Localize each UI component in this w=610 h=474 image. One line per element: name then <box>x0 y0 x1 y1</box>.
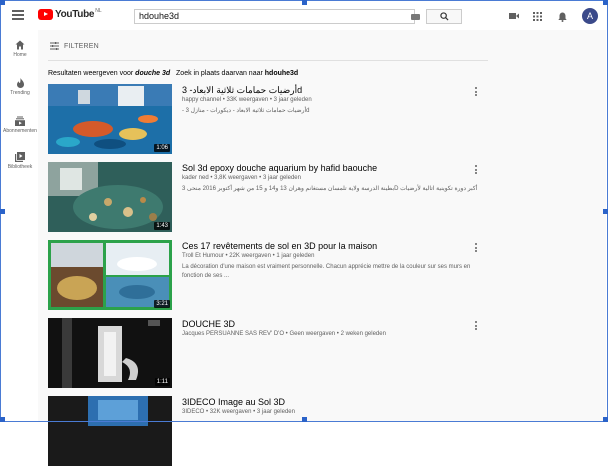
resize-handle[interactable] <box>603 209 608 214</box>
results-list: 1:06 3 -أرضيات حمامات ثلاثية الابعاد‏d h… <box>48 84 493 474</box>
view-count: 3,8K weergaven <box>214 175 258 181</box>
youtube-play-icon <box>38 9 53 20</box>
video-result[interactable]: 1:06 3 -أرضيات حمامات ثلاثية الابعاد‏d h… <box>48 84 493 162</box>
video-title[interactable]: 3IDECO Image au Sol 3D <box>182 396 472 408</box>
channel-name[interactable]: happy channel <box>182 97 221 103</box>
view-count: Geen weergaven <box>289 331 336 337</box>
video-description: بطينة الدرسة ولاية تلمسان مستغانم وهران … <box>182 186 478 192</box>
video-duration: 3:21 <box>154 300 170 308</box>
video-meta: Troll Et Humour • 22K weergaven • 1 jaar… <box>182 253 315 259</box>
video-title[interactable]: Sol 3d epoxy douche aquarium by hafid ba… <box>182 162 472 174</box>
more-actions-icon[interactable] <box>475 165 478 176</box>
spelling-correction: Resultaten weergeven voor douche 3d Zoek… <box>48 70 298 77</box>
logo-text: YouTube <box>55 9 95 20</box>
video-meta: 3IDECO • 32K weergaven • 3 jaar geleden <box>182 409 295 415</box>
filter-sliders-icon <box>50 42 59 50</box>
channel-name[interactable]: 3IDECO <box>182 409 204 415</box>
channel-name[interactable]: kader ned <box>182 175 209 181</box>
country-code: NL <box>95 7 102 14</box>
video-result[interactable]: 1:43 Sol 3d epoxy douche aquarium by haf… <box>48 162 493 240</box>
sidebar-item-home[interactable]: Home <box>2 40 38 58</box>
search-results-page: FILTEREN Resultaten weergeven voor douch… <box>38 30 606 466</box>
resize-handle[interactable] <box>0 417 5 422</box>
video-title[interactable]: Ces 17 revêtements de sol en 3D pour la … <box>182 240 472 252</box>
correction-prefix: Resultaten weergeven voor <box>48 70 134 77</box>
create-video-icon[interactable] <box>509 12 519 20</box>
upload-age: 3 jaar geleden <box>256 409 295 415</box>
sidebar-item-label: Abonnementen <box>3 128 37 134</box>
video-info: 3IDECO Image au Sol 3D 3IDECO • 32K weer… <box>182 396 472 415</box>
resize-handle[interactable] <box>302 0 307 5</box>
filter-button[interactable]: FILTEREN <box>50 42 99 50</box>
video-description: - أرضيات حمامات ثلاثية الابعاد - ديكورات… <box>182 108 310 114</box>
sidebar-item-trending[interactable]: Trending <box>2 78 38 96</box>
video-thumbnail[interactable]: 1:11 <box>48 318 172 388</box>
home-icon <box>15 40 25 50</box>
keyboard-icon[interactable] <box>411 14 420 20</box>
subscriptions-icon <box>15 116 25 126</box>
original-query-link[interactable]: hdouhe3d <box>265 70 298 77</box>
video-info: Sol 3d epoxy douche aquarium by hafid ba… <box>182 162 478 194</box>
apps-grid-icon[interactable] <box>533 12 542 21</box>
video-thumbnail[interactable]: 1:06 <box>48 84 172 154</box>
sidebar-item-library[interactable]: Bibliotheek <box>2 152 38 170</box>
video-result[interactable]: 1:11 DOUCHE 3D Jacques PERSUANNE SAS REV… <box>48 318 493 396</box>
notifications-bell-icon[interactable] <box>558 12 567 22</box>
video-result[interactable]: 3:21 Ces 17 revêtements de sol en 3D pou… <box>48 240 493 318</box>
trending-icon <box>16 78 24 88</box>
more-actions-icon[interactable] <box>475 243 478 254</box>
video-duration: 1:43 <box>154 222 170 230</box>
search-button[interactable] <box>426 9 462 24</box>
upload-age: 2 weken geleden <box>340 331 386 337</box>
more-actions-icon[interactable] <box>475 321 478 332</box>
video-meta: happy channel • 33K weergaven • 3 jaar g… <box>182 97 312 103</box>
video-title[interactable]: DOUCHE 3D <box>182 318 472 330</box>
sidebar: Home Trending Abonnementen Bibliotheek <box>2 30 38 422</box>
top-bar: YouTube NL hdouhe3d A <box>2 2 606 30</box>
resize-handle[interactable] <box>603 417 608 422</box>
resize-handle[interactable] <box>603 0 608 5</box>
video-title[interactable]: 3 -أرضيات حمامات ثلاثية الابعاد‏d <box>182 84 472 96</box>
search-icon <box>440 12 449 21</box>
youtube-logo[interactable]: YouTube NL <box>38 7 102 20</box>
upload-age: 1 jaar geleden <box>276 253 315 259</box>
video-description: La décoration d'une maison est vraiment … <box>182 264 471 279</box>
thumbnail-image <box>48 318 172 388</box>
video-info: DOUCHE 3D Jacques PERSUANNE SAS REV' D'O… <box>182 318 472 337</box>
video-thumbnail[interactable]: 3:21 <box>48 240 172 310</box>
video-thumbnail[interactable] <box>48 396 172 466</box>
channel-name[interactable]: Troll Et Humour <box>182 253 224 259</box>
video-duration: 1:11 <box>154 378 170 386</box>
video-meta: Jacques PERSUANNE SAS REV' D'O • Geen we… <box>182 331 386 337</box>
filter-label: FILTEREN <box>64 42 99 50</box>
video-info: 3 -أرضيات حمامات ثلاثية الابعاد‏d happy … <box>182 84 472 116</box>
account-avatar[interactable]: A <box>582 8 598 24</box>
sidebar-item-label: Bibliotheek <box>7 164 33 170</box>
sidebar-item-label: Trending <box>10 90 30 96</box>
library-icon <box>15 152 25 162</box>
more-actions-icon[interactable] <box>475 87 478 98</box>
sidebar-item-label: Home <box>13 52 27 58</box>
resize-handle[interactable] <box>0 0 5 5</box>
upload-age: 3 jaar geleden <box>273 97 312 103</box>
thumbnail-image <box>48 396 172 466</box>
video-duration: 1:06 <box>154 144 170 152</box>
search-input[interactable]: hdouhe3d <box>134 9 415 24</box>
instead-prefix: Zoek in plaats daarvan naar <box>176 70 263 77</box>
view-count: 22K weergaven <box>229 253 271 259</box>
corrected-query-link[interactable]: douche 3d <box>135 70 170 77</box>
channel-name[interactable]: Jacques PERSUANNE SAS REV' D'O <box>182 331 284 337</box>
upload-age: 3 jaar geleden <box>262 175 301 181</box>
divider <box>48 60 488 61</box>
view-count: 32K weergaven <box>209 409 252 415</box>
resize-handle[interactable] <box>0 209 5 214</box>
video-result[interactable]: 3IDECO Image au Sol 3D 3IDECO • 32K weer… <box>48 396 493 474</box>
sidebar-item-subscriptions[interactable]: Abonnementen <box>2 116 38 134</box>
hamburger-menu-icon[interactable] <box>12 10 24 20</box>
resize-handle[interactable] <box>302 417 307 422</box>
video-thumbnail[interactable]: 1:43 <box>48 162 172 232</box>
video-meta: kader ned • 3,8K weergaven • 3 jaar gele… <box>182 175 301 181</box>
view-count: 33K weergaven <box>226 97 269 103</box>
video-info: Ces 17 revêtements de sol en 3D pour la … <box>182 240 472 281</box>
